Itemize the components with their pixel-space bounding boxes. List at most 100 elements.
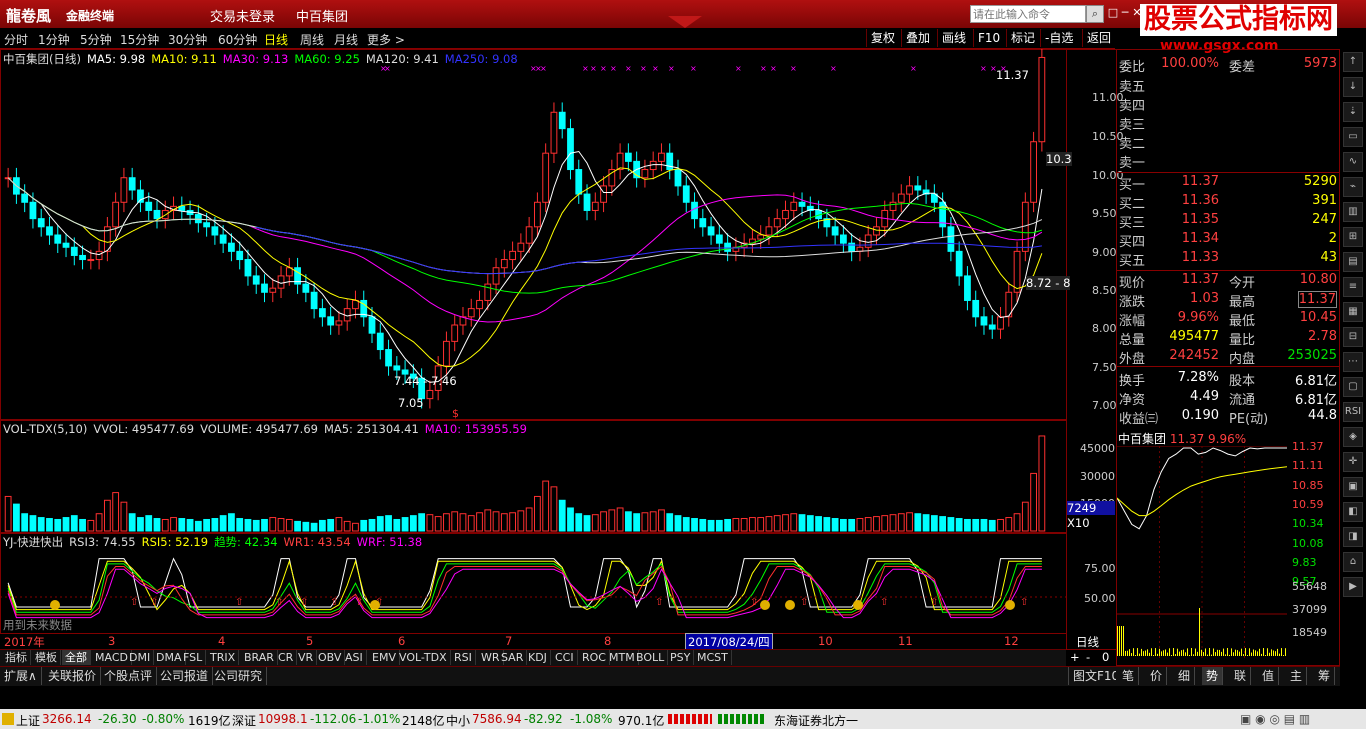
side-tool-icon[interactable]: ↓ — [1343, 77, 1363, 97]
side-tool-icon[interactable]: ≡ — [1343, 277, 1363, 297]
volume-legend: VOL-TDX(5,10) VVOL: 495477.69 VOLUME: 4954… — [3, 422, 533, 436]
period-tab[interactable]: 更多 > — [367, 31, 405, 48]
side-tool-icon[interactable]: ⊟ — [1343, 327, 1363, 347]
right-tab[interactable]: 联 — [1230, 667, 1252, 685]
indicator-tab[interactable]: ASI — [342, 650, 367, 665]
side-tool-icon[interactable]: ⋯ — [1343, 352, 1363, 372]
right-tab[interactable]: 笔 — [1118, 667, 1140, 685]
indicator-tab[interactable]: OBV — [315, 650, 346, 665]
right-tab[interactable]: 筹 — [1314, 667, 1336, 685]
side-tool-icon[interactable]: ◈ — [1343, 427, 1363, 447]
side-tool-icon[interactable]: ▭ — [1343, 127, 1363, 147]
weicha-label: 委差 — [1229, 60, 1256, 75]
zoom-button[interactable]: - — [1086, 650, 1090, 664]
period-tab[interactable]: 15分钟 — [120, 31, 159, 48]
side-tool-icon[interactable]: ↑ — [1343, 52, 1363, 72]
bottom-tab[interactable]: 关联报价 — [44, 667, 102, 685]
indicator-tab[interactable]: CCI — [552, 650, 578, 665]
side-tool-icon[interactable]: ▤ — [1343, 252, 1363, 272]
period-tab[interactable]: 5分钟 — [80, 31, 112, 48]
buy-level[interactable]: 买五 11.33 43 — [1117, 250, 1339, 269]
side-tool-icon[interactable]: ▥ — [1343, 202, 1363, 222]
login-status[interactable]: 交易未登录 — [210, 6, 275, 25]
side-tool-icon[interactable]: ▦ — [1343, 302, 1363, 322]
indicator-tab[interactable]: KDJ — [525, 650, 551, 665]
period-tab[interactable]: 1分钟 — [38, 31, 70, 48]
side-tool-icon[interactable]: ⌁ — [1343, 177, 1363, 197]
kline-chart[interactable]: ×××××××××××××××××××××××⇧⇧⇧⇧⇧⇧⇧⇧⇧⇧⇧⇧⇧⇧$ — [0, 49, 1117, 661]
period-tab[interactable]: 月线 — [334, 31, 358, 48]
zoom-button[interactable]: 0 — [1102, 650, 1109, 664]
side-tool-icon[interactable]: ▢ — [1343, 377, 1363, 397]
indicator-tab[interactable]: 全部 — [62, 650, 91, 665]
toolbar-button[interactable]: 标记 — [1006, 29, 1039, 47]
indicator-tab[interactable]: BRAR — [241, 650, 278, 665]
toolbar-button[interactable]: 画线 — [937, 29, 970, 47]
toolbar-button[interactable]: F10 — [973, 29, 1004, 47]
candle-body — [947, 226, 955, 252]
toolbar-button[interactable]: -自选 — [1040, 29, 1077, 47]
zoom-button[interactable]: + — [1070, 650, 1080, 664]
indicator-tab[interactable]: CR — [275, 650, 298, 665]
zx-value[interactable]: 7586.94 — [472, 712, 522, 726]
volume-bar — [500, 513, 508, 532]
indicator-tab[interactable]: SAR — [498, 650, 528, 665]
buy-level[interactable]: 买四 11.34 2 — [1117, 231, 1339, 250]
right-tab[interactable]: 细 — [1174, 667, 1196, 685]
right-tab[interactable]: 值 — [1258, 667, 1280, 685]
indicator-tab[interactable]: VR — [295, 650, 318, 665]
intraday-volume-bar — [1121, 626, 1122, 656]
side-tool-icon[interactable]: ▶ — [1343, 577, 1363, 597]
right-tab[interactable]: 势 — [1202, 667, 1224, 685]
toolbar-button[interactable]: 复权 — [866, 29, 899, 47]
bottom-tab[interactable]: 个股点评 — [100, 667, 158, 685]
right-tab[interactable]: 价 — [1146, 667, 1168, 685]
toolbar-button[interactable]: 叠加 — [901, 29, 934, 47]
intraday-chart[interactable] — [1117, 446, 1287, 658]
buy-level[interactable]: 买三 11.35 247 — [1117, 212, 1339, 231]
period-tab[interactable]: 日线 — [264, 31, 288, 48]
bottom-tab[interactable]: 扩展∧ — [0, 667, 42, 685]
bottom-tab[interactable]: 公司研究 — [210, 667, 268, 685]
period-tab[interactable]: 30分钟 — [168, 31, 207, 48]
indicator-tab[interactable]: FSL — [180, 650, 207, 665]
side-tool-icon[interactable]: RSI — [1343, 402, 1363, 422]
candle-body — [972, 299, 980, 318]
sz-value[interactable]: 10998.1 — [258, 712, 308, 726]
right-tab[interactable]: 主 — [1286, 667, 1308, 685]
indicator-tab[interactable]: DMI — [126, 650, 155, 665]
side-tool-icon[interactable]: ⌂ — [1343, 552, 1363, 572]
buy-level[interactable]: 买二 11.36 391 — [1117, 193, 1339, 212]
side-tool-icon[interactable]: ◧ — [1343, 502, 1363, 522]
indicator-tab[interactable]: MCST — [694, 650, 732, 665]
bottom-tab[interactable]: 公司报道 — [156, 667, 214, 685]
volume-bar — [881, 515, 889, 532]
search-icon[interactable]: ⌕ — [1086, 5, 1104, 23]
period-tab[interactable]: 60分钟 — [218, 31, 257, 48]
period-tab[interactable]: 周线 — [300, 31, 324, 48]
stat-value: 1.03 — [1190, 291, 1219, 306]
buy-level[interactable]: 买一 11.37 5290 — [1117, 174, 1339, 193]
side-tool-icon[interactable]: ✛ — [1343, 452, 1363, 472]
period-tab[interactable]: 分时 — [4, 31, 28, 48]
side-tool-icon[interactable]: ∿ — [1343, 152, 1363, 172]
signal-mark: × — [540, 64, 547, 73]
indicator-tab[interactable]: VOL-TDX — [396, 650, 451, 665]
indicator-tab[interactable]: 模板 — [32, 650, 61, 665]
zx-pct: -1.08% — [570, 712, 613, 726]
tray-icons[interactable]: ▣ ◉ ◎ ▤ ▥ — [1240, 712, 1310, 726]
indicator-tab[interactable]: PSY — [667, 650, 695, 665]
side-tool-icon[interactable]: ▣ — [1343, 477, 1363, 497]
side-tool-icon[interactable]: ⊞ — [1343, 227, 1363, 247]
indicator-tab[interactable]: TRIX — [207, 650, 240, 665]
indicator-tab[interactable]: BOLL — [633, 650, 669, 665]
buy-price: 11.36 — [1181, 193, 1219, 208]
indicator-tab[interactable]: 指标 — [2, 650, 31, 665]
toolbar-button[interactable]: 返回 — [1082, 29, 1115, 47]
indicator-tab[interactable]: RSI — [451, 650, 476, 665]
sh-value[interactable]: 3266.14 — [42, 712, 92, 726]
side-tool-icon[interactable]: ◨ — [1343, 527, 1363, 547]
command-input[interactable] — [970, 5, 1086, 23]
volume-bar — [980, 518, 988, 532]
side-tool-icon[interactable]: ⇣ — [1343, 102, 1363, 122]
